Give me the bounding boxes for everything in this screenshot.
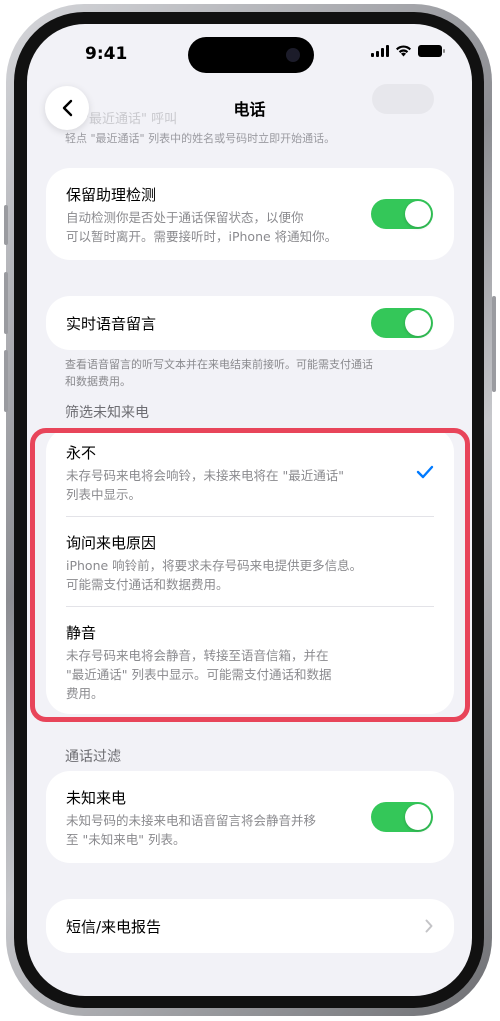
unknown-callers-title: 未知来电 bbox=[66, 789, 127, 807]
camera-icon bbox=[286, 48, 300, 62]
option-silence[interactable]: 静音 未存号码来电将会静音，转接至语音信箱，并在 "最近通话" 列表中显示。可能… bbox=[46, 607, 454, 714]
power-button bbox=[492, 296, 496, 392]
live-voicemail-footnote-1: 查看语音留言的听写文本并在来电结束前接听。可能需支付通话 bbox=[65, 358, 373, 371]
option-ask-reason-subtitle-1: iPhone 响铃前，将要求未存号码来电提供更多信息。 bbox=[66, 558, 363, 573]
status-icons bbox=[371, 45, 445, 57]
ghost-footnote: 轻点 "最近通话" 列表中的姓名或号码时立即开始通话。 bbox=[65, 132, 336, 145]
dynamic-island bbox=[188, 37, 314, 73]
toggle-knob bbox=[405, 310, 431, 336]
unknown-callers-toggle[interactable] bbox=[371, 802, 433, 832]
screen: 9:41 "最近通话" 呼叫 轻点 "最近通话" 列表中的姓名或号码时立即开始通… bbox=[27, 24, 472, 996]
option-ask-reason-subtitle-2: 可能需支付通话和数据费用。 bbox=[66, 577, 229, 592]
screen-unknown-callers-card: 永不 未存号码来电将会响铃，未接来电将在 "最近通话" 列表中显示。 询问来电原… bbox=[46, 428, 454, 714]
option-never-subtitle-1: 未存号码来电将会响铃，未接来电将在 "最近通话" bbox=[66, 468, 344, 483]
call-filtering-header: 通话过滤 bbox=[65, 749, 121, 765]
sms-call-reporting-row[interactable]: 短信/来电报告 bbox=[46, 899, 454, 953]
toggle-knob bbox=[405, 201, 431, 227]
option-ask-reason-title: 询问来电原因 bbox=[66, 534, 157, 552]
volume-up-button bbox=[4, 272, 8, 334]
option-never[interactable]: 永不 未存号码来电将会响铃，未接来电将在 "最近通话" 列表中显示。 bbox=[46, 428, 454, 516]
checkmark-icon bbox=[416, 465, 434, 479]
option-never-subtitle-2: 列表中显示。 bbox=[66, 487, 142, 502]
sms-call-reporting-title: 短信/来电报告 bbox=[66, 918, 162, 936]
wifi-icon bbox=[396, 45, 411, 57]
option-silence-subtitle-3: 费用。 bbox=[66, 686, 104, 701]
option-silence-title: 静音 bbox=[66, 624, 97, 642]
live-voicemail-title: 实时语音留言 bbox=[66, 315, 157, 333]
live-voicemail-card: 实时语音留言 bbox=[46, 296, 454, 350]
call-hold-assist-title: 保留助理检测 bbox=[66, 186, 157, 204]
option-ask-reason[interactable]: 询问来电原因 iPhone 响铃前，将要求未存号码来电提供更多信息。 可能需支付… bbox=[46, 517, 454, 606]
call-hold-assist-subtitle-2: 可以暂时离开。需要接听时，iPhone 将通知你。 bbox=[66, 229, 338, 244]
unknown-callers-subtitle-2: 至 "未知来电" 列表。 bbox=[66, 832, 186, 847]
call-hold-assist-subtitle-1: 自动检测你是否处于通话保留状态，以便你 bbox=[66, 210, 304, 225]
call-hold-assist-toggle[interactable] bbox=[371, 199, 433, 229]
live-voicemail-toggle[interactable] bbox=[371, 308, 433, 338]
cellular-signal-icon bbox=[371, 45, 389, 57]
status-time: 9:41 bbox=[85, 44, 128, 64]
volume-down-button bbox=[4, 350, 8, 412]
call-hold-assist-card: 保留助理检测 自动检测你是否处于通话保留状态，以便你 可以暂时离开。需要接听时，… bbox=[46, 168, 454, 260]
toggle-knob bbox=[405, 804, 431, 830]
option-silence-subtitle-1: 未存号码来电将会静音，转接至语音信箱，并在 bbox=[66, 648, 329, 663]
option-never-title: 永不 bbox=[66, 444, 97, 462]
live-voicemail-footnote-2: 和数据费用。 bbox=[65, 375, 131, 388]
battery-icon bbox=[418, 45, 445, 57]
unknown-callers-subtitle-1: 未知号码的未接来电和语音留言将会静音并移 bbox=[66, 813, 317, 828]
action-button bbox=[4, 205, 8, 245]
page-title: 电话 bbox=[233, 100, 266, 119]
chevron-right-icon bbox=[425, 919, 433, 933]
unknown-callers-card: 未知来电 未知号码的未接来电和语音留言将会静音并移 至 "未知来电" 列表。 bbox=[46, 771, 454, 863]
screen-unknown-callers-header: 筛选未知来电 bbox=[65, 405, 149, 421]
option-silence-subtitle-2: "最近通话" 列表中显示。可能需支付通话和数据 bbox=[66, 667, 332, 682]
